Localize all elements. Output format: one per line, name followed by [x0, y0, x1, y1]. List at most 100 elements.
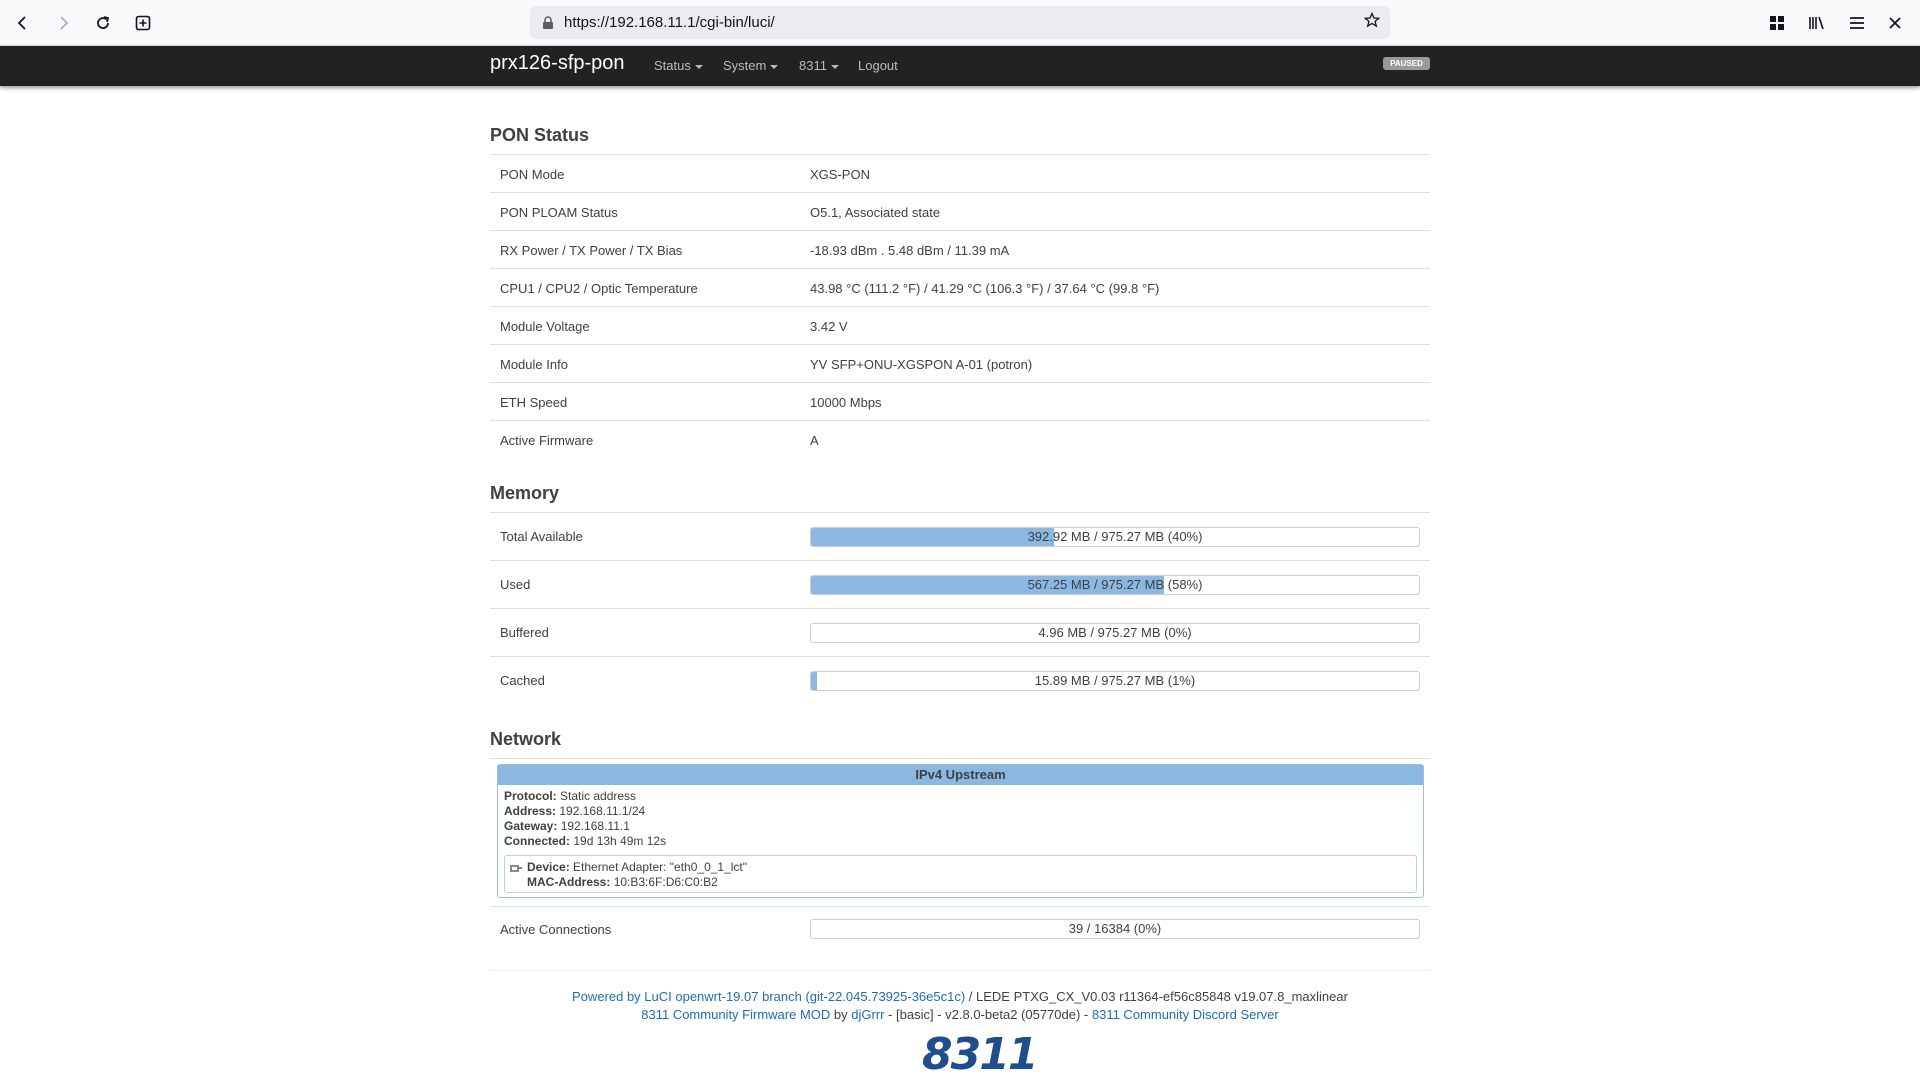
firmware-mod-link[interactable]: 8311 Community Firmware MOD: [641, 1007, 830, 1022]
forward-button[interactable]: [48, 8, 78, 38]
hamburger-icon: [1850, 17, 1864, 29]
protocol-label: Protocol:: [504, 789, 557, 803]
pon-row: PON Mode XGS-PON: [490, 154, 1430, 192]
ipv4-upstream-title: IPv4 Upstream: [498, 765, 1423, 785]
footer-divider: [490, 970, 1430, 971]
connected-value: 19d 13h 49m 12s: [573, 834, 667, 848]
menu-8311[interactable]: 8311: [799, 58, 839, 73]
bookmark-star-icon[interactable]: [1363, 11, 1381, 33]
pon-row-label: Module Voltage: [500, 319, 590, 334]
memory-progress-text: 392.92 MB / 975.27 MB (40%): [1027, 529, 1203, 544]
address-value: 192.168.11.1/24: [559, 804, 646, 818]
pon-status-title: PON Status: [490, 125, 1430, 155]
extensions-button[interactable]: [1762, 8, 1792, 38]
pon-row-value: O5.1, Associated state: [810, 205, 941, 220]
memory-title: Memory: [490, 483, 1430, 513]
device-line: Device: Ethernet Adapter: "eth0_0_1_lct": [527, 860, 747, 874]
protocol-value: Static address: [560, 789, 637, 803]
close-window-button[interactable]: [1880, 8, 1910, 38]
pon-row: PON PLOAM Status O5.1, Associated state: [490, 192, 1430, 230]
pon-row-value: -18.93 dBm . 5.48 dBm / 11.39 mA: [810, 243, 1010, 258]
active-connections-label: Active Connections: [500, 922, 612, 937]
lock-icon: [542, 15, 556, 30]
device-label: Device:: [527, 860, 570, 874]
arrow-right-icon: [60, 16, 69, 30]
memory-progress-bar: 4.96 MB / 975.27 MB (0%): [810, 623, 1420, 643]
pon-row: Module Voltage 3.42 V: [490, 306, 1430, 344]
memory-row: Buffered 4.96 MB / 975.27 MB (0%): [490, 608, 1430, 656]
memory-progress-text: 4.96 MB / 975.27 MB (0%): [1038, 625, 1192, 640]
pon-row-value: XGS-PON: [810, 167, 870, 182]
menu-system-label: System: [723, 58, 767, 73]
pon-row-value: 43.98 °C (111.2 °F) / 41.29 °C (106.3 °F…: [810, 281, 1160, 296]
library-icon: [1809, 16, 1824, 30]
logout-link[interactable]: Logout: [858, 58, 898, 73]
grid-icon: [1770, 16, 1784, 30]
menu-system[interactable]: System: [723, 58, 779, 73]
menu-status[interactable]: Status: [654, 58, 703, 73]
ethernet-adapter-icon: [509, 861, 523, 875]
memory-row-label: Total Available: [500, 529, 583, 544]
brand-link[interactable]: prx126-sfp-pon: [490, 52, 625, 75]
device-box: Device: Ethernet Adapter: "eth0_0_1_lct"…: [504, 855, 1417, 893]
pon-row: Module Info YV SFP+ONU-XGSPON A-01 (potro…: [490, 344, 1430, 382]
version-text: - [basic] - v2.8.0-beta2 (05770de) -: [884, 1007, 1092, 1022]
memory-progress-bar: 567.25 MB / 975.27 MB (58%): [810, 575, 1420, 595]
author-link[interactable]: djGrrr: [851, 1007, 884, 1022]
reload-button[interactable]: [88, 8, 118, 38]
app-menu-button[interactable]: [1842, 8, 1872, 38]
url-bar[interactable]: https://192.168.11.1/cgi-bin/luci/: [530, 6, 1390, 39]
pon-row: CPU1 / CPU2 / Optic Temperature 43.98 °C …: [490, 268, 1430, 306]
luci-link[interactable]: Powered by LuCI openwrt-19.07 branch (gi…: [572, 989, 965, 1004]
connected-line: Connected: 19d 13h 49m 12s: [504, 834, 666, 848]
memory-progress-bar: 15.89 MB / 975.27 MB (1%): [810, 671, 1420, 691]
pon-row-label: PON PLOAM Status: [500, 205, 618, 220]
active-connections-bar: 39 / 16384 (0%): [810, 919, 1420, 939]
community-logo: 8311: [922, 1029, 1038, 1080]
address-label: Address:: [504, 804, 557, 818]
memory-progress-text: 567.25 MB / 975.27 MB (58%): [1027, 577, 1203, 592]
memory-row-label: Cached: [500, 673, 545, 688]
device-value: Ethernet Adapter: "eth0_0_1_lct": [573, 860, 748, 874]
footer-line-2: 8311 Community Firmware MOD by djGrrr - …: [490, 1007, 1430, 1022]
luci-navbar: prx126-sfp-pon Status System 8311 Logout…: [0, 46, 1920, 86]
pon-row-label: Active Firmware: [500, 433, 594, 448]
reload-icon: [97, 16, 110, 29]
caret-down-icon: [770, 64, 779, 69]
pon-row-value: A: [810, 433, 819, 448]
pon-row-label: Module Info: [500, 357, 568, 372]
library-button[interactable]: [1802, 8, 1832, 38]
memory-row: Used 567.25 MB / 975.27 MB (58%): [490, 560, 1430, 608]
protocol-line: Protocol: Static address: [504, 789, 636, 803]
url-text: https://192.168.11.1/cgi-bin/luci/: [564, 14, 775, 31]
pon-row-label: PON Mode: [500, 167, 565, 182]
discord-link[interactable]: 8311 Community Discord Server: [1092, 1007, 1279, 1022]
active-connections-row: Active Connections 39 / 16384 (0%): [490, 906, 1430, 950]
connected-label: Connected:: [504, 834, 570, 848]
new-tab-button[interactable]: [128, 8, 158, 38]
caret-down-icon: [694, 64, 703, 69]
close-icon: [1889, 17, 1901, 29]
memory-row: Cached 15.89 MB / 975.27 MB (1%): [490, 656, 1430, 704]
pon-row: Active Firmware A: [490, 420, 1430, 458]
browser-toolbar: https://192.168.11.1/cgi-bin/luci/: [0, 0, 1920, 46]
pon-row-label: CPU1 / CPU2 / Optic Temperature: [500, 281, 698, 296]
address-line: Address: 192.168.11.1/24: [504, 804, 645, 818]
memory-progress-bar: 392.92 MB / 975.27 MB (40%): [810, 527, 1420, 547]
caret-down-icon: [830, 64, 839, 69]
memory-row: Total Available 392.92 MB / 975.27 MB (40…: [490, 512, 1430, 560]
memory-progress-text: 15.89 MB / 975.27 MB (1%): [1034, 673, 1196, 688]
pon-row-label: RX Power / TX Power / TX Bias: [500, 243, 683, 258]
mac-value: 10:B3:6F:D6:C0:B2: [613, 875, 718, 889]
plus-square-icon: [135, 15, 151, 31]
footer-line-1: Powered by LuCI openwrt-19.07 branch (gi…: [490, 989, 1430, 1004]
pon-row-value: 10000 Mbps: [810, 395, 882, 410]
menu-8311-label: 8311: [799, 58, 827, 73]
pon-row: RX Power / TX Power / TX Bias -18.93 dBm …: [490, 230, 1430, 268]
pon-row-label: ETH Speed: [500, 395, 568, 410]
memory-row-label: Buffered: [500, 625, 549, 640]
back-button[interactable]: [8, 8, 38, 38]
mac-line: MAC-Address: 10:B3:6F:D6:C0:B2: [527, 875, 718, 889]
pon-row-value: 3.42 V: [810, 319, 848, 334]
paused-badge[interactable]: PAUSED: [1383, 57, 1430, 70]
